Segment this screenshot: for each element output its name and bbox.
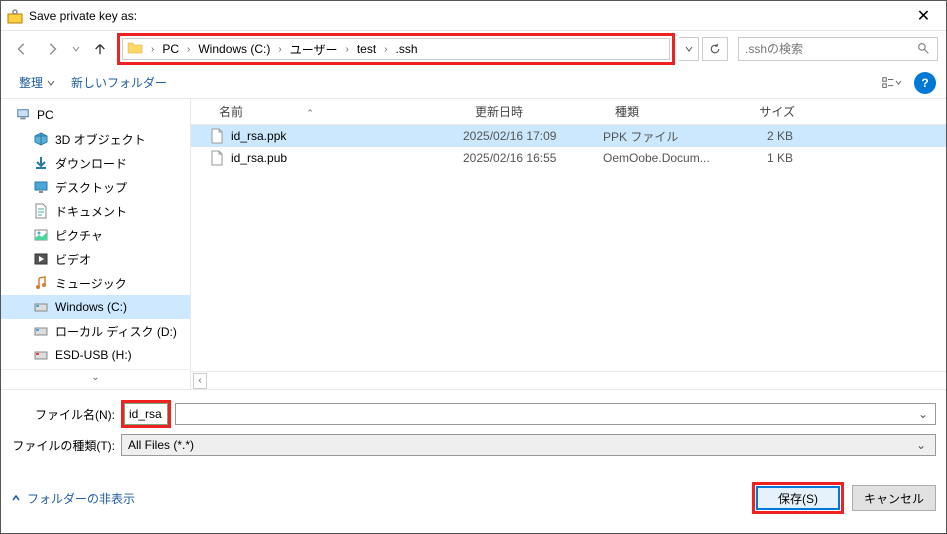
column-date[interactable]: 更新日時 bbox=[465, 103, 605, 120]
chevron-right-icon[interactable]: › bbox=[147, 44, 158, 55]
file-name: id_rsa.ppk bbox=[231, 129, 463, 143]
file-row[interactable]: id_rsa.ppk2025/02/16 17:09PPK ファイル2 KB bbox=[191, 125, 946, 147]
folder-icon bbox=[127, 40, 145, 58]
new-folder-button[interactable]: 新しいフォルダー bbox=[63, 70, 175, 95]
cancel-button[interactable]: キャンセル bbox=[852, 485, 936, 511]
tree-item-label: ピクチャ bbox=[55, 227, 103, 244]
refresh-button[interactable] bbox=[702, 37, 728, 61]
tree-item[interactable]: ローカル ディスク (D:) bbox=[1, 319, 190, 343]
tree-item-label: ESD-USB (H:) bbox=[55, 348, 132, 362]
address-bar[interactable]: › PC › Windows (C:) › ユーザー › test › .ssh bbox=[122, 38, 670, 60]
file-size: 1 KB bbox=[723, 151, 793, 165]
filename-highlight bbox=[121, 400, 171, 428]
column-size[interactable]: サイズ bbox=[725, 103, 805, 120]
save-highlight: 保存(S) bbox=[752, 482, 844, 514]
breadcrumb-segment[interactable]: Windows (C:) bbox=[194, 42, 274, 56]
tree-item[interactable]: デスクトップ bbox=[1, 175, 190, 199]
tree-item-label: ビデオ bbox=[55, 251, 91, 268]
tree-item[interactable]: ドキュメント bbox=[1, 199, 190, 223]
tree-item[interactable]: ダウンロード bbox=[1, 151, 190, 175]
chevron-down-icon bbox=[47, 80, 55, 86]
address-dropdown[interactable] bbox=[679, 37, 699, 61]
file-row[interactable]: id_rsa.pub2025/02/16 16:55OemOobe.Docum.… bbox=[191, 147, 946, 169]
usb-icon bbox=[33, 347, 49, 363]
tree-item-label: 3D オブジェクト bbox=[55, 131, 146, 148]
column-name[interactable]: 名前 ⌃ bbox=[209, 103, 465, 120]
navigation-tree: PC3D オブジェクトダウンロードデスクトップドキュメントピクチャビデオミュージ… bbox=[1, 99, 191, 389]
file-type: OemOobe.Docum... bbox=[603, 151, 723, 165]
tree-item[interactable]: Windows (C:) bbox=[1, 295, 190, 319]
chevron-down-icon: ⌄ bbox=[913, 438, 929, 452]
tree-item-label: Windows (C:) bbox=[55, 300, 127, 314]
tree-item[interactable]: ミュージック bbox=[1, 271, 190, 295]
file-date: 2025/02/16 16:55 bbox=[463, 151, 603, 165]
3d-icon bbox=[33, 131, 49, 147]
chevron-right-icon[interactable]: › bbox=[183, 44, 194, 55]
file-type: PPK ファイル bbox=[603, 128, 723, 145]
sort-indicator-icon: ⌃ bbox=[306, 108, 314, 118]
file-list[interactable]: id_rsa.ppk2025/02/16 17:09PPK ファイル2 KBid… bbox=[191, 125, 946, 371]
filetype-combo[interactable]: All Files (*.*) ⌄ bbox=[121, 434, 936, 456]
search-field[interactable] bbox=[745, 42, 917, 56]
chevron-down-icon: ⌄ bbox=[915, 407, 931, 421]
window-title: Save private key as: bbox=[29, 9, 901, 23]
tree-item[interactable]: ビデオ bbox=[1, 247, 190, 271]
drive-icon bbox=[33, 299, 49, 315]
tree-item-label: ローカル ディスク (D:) bbox=[55, 323, 177, 340]
breadcrumb-segment[interactable]: test bbox=[353, 42, 380, 56]
save-button[interactable]: 保存(S) bbox=[756, 486, 840, 510]
app-icon bbox=[7, 8, 23, 24]
desk-icon bbox=[33, 179, 49, 195]
recent-dropdown[interactable] bbox=[69, 36, 83, 62]
hide-folders-button[interactable]: フォルダーの非表示 bbox=[11, 490, 135, 507]
tree-item-label: ドキュメント bbox=[55, 203, 127, 220]
chevron-down-icon bbox=[895, 80, 902, 85]
mus-icon bbox=[33, 275, 49, 291]
chevron-up-icon bbox=[11, 493, 21, 503]
tree-item-label: ダウンロード bbox=[55, 155, 127, 172]
tree-item[interactable]: ESD-USB (H:) bbox=[1, 343, 190, 367]
vid-icon bbox=[33, 251, 49, 267]
tree-item[interactable]: ピクチャ bbox=[1, 223, 190, 247]
close-button[interactable]: ✕ bbox=[901, 1, 946, 31]
column-type[interactable]: 種類 bbox=[605, 103, 725, 120]
organize-button[interactable]: 整理 bbox=[11, 70, 63, 95]
breadcrumb-segment[interactable]: PC bbox=[158, 42, 183, 56]
chevron-right-icon[interactable]: › bbox=[380, 44, 391, 55]
search-input[interactable] bbox=[738, 37, 938, 61]
up-button[interactable] bbox=[87, 36, 113, 62]
sidebar-expand-down[interactable]: ⌄ bbox=[1, 369, 190, 385]
filename-combo[interactable]: ⌄ bbox=[175, 403, 936, 425]
pc-icon bbox=[15, 107, 31, 123]
drive-icon bbox=[33, 323, 49, 339]
breadcrumb-segment[interactable]: .ssh bbox=[392, 42, 422, 56]
tree-item-label: ミュージック bbox=[55, 275, 127, 292]
tree-item-label: PC bbox=[37, 108, 54, 122]
search-icon[interactable] bbox=[917, 42, 931, 56]
doc-icon bbox=[33, 203, 49, 219]
file-date: 2025/02/16 17:09 bbox=[463, 129, 603, 143]
filename-label: ファイル名(N): bbox=[11, 406, 121, 423]
dl-icon bbox=[33, 155, 49, 171]
filetype-label: ファイルの種類(T): bbox=[11, 437, 121, 454]
file-size: 2 KB bbox=[723, 129, 793, 143]
view-options-button[interactable] bbox=[876, 72, 906, 94]
filename-input[interactable] bbox=[124, 403, 168, 425]
file-name: id_rsa.pub bbox=[231, 151, 463, 165]
help-button[interactable]: ? bbox=[914, 72, 936, 94]
tree-item-label: デスクトップ bbox=[55, 179, 127, 196]
tree-item[interactable]: 3D オブジェクト bbox=[1, 127, 190, 151]
breadcrumb-segment[interactable]: ユーザー bbox=[286, 41, 342, 58]
pic-icon bbox=[33, 227, 49, 243]
tree-item[interactable]: PC bbox=[1, 103, 190, 127]
file-icon bbox=[209, 128, 225, 144]
scroll-left-button[interactable]: ‹ bbox=[193, 373, 207, 389]
address-highlight: › PC › Windows (C:) › ユーザー › test › .ssh bbox=[117, 33, 675, 65]
back-button bbox=[9, 36, 35, 62]
file-icon bbox=[209, 150, 225, 166]
chevron-right-icon[interactable]: › bbox=[274, 44, 285, 55]
forward-button bbox=[39, 36, 65, 62]
chevron-right-icon[interactable]: › bbox=[341, 44, 352, 55]
